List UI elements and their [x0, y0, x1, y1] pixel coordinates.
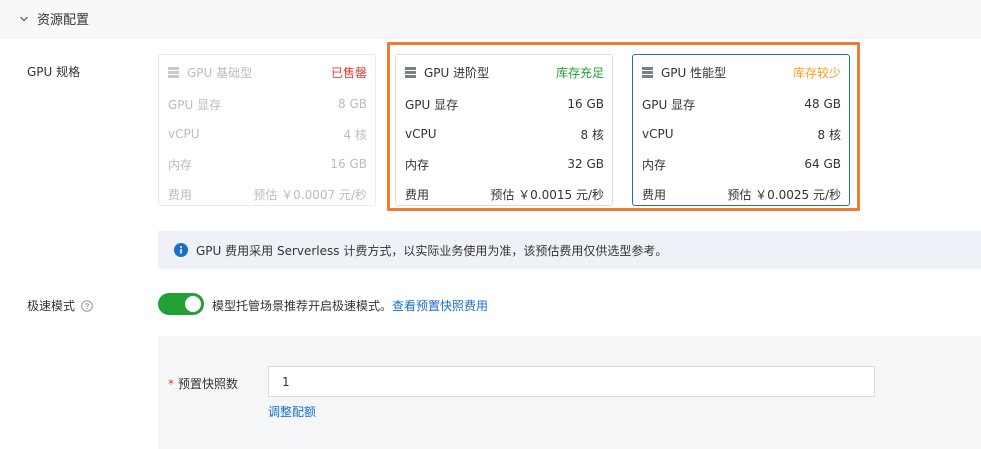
speed-mode-hint: 模型托管场景推荐开启极速模式。: [212, 299, 393, 313]
spec-row: GPU 显存 8 GB: [159, 89, 375, 119]
spec-row: 内存 16 GB: [159, 149, 375, 179]
snapshot-count-input[interactable]: 1: [268, 366, 875, 397]
spec-value: 48 GB: [804, 97, 841, 111]
spec-row: 内存 32 GB: [396, 149, 612, 179]
spec-row: GPU 显存 16 GB: [396, 89, 612, 119]
speed-mode-description: 模型托管场景推荐开启极速模式。查看预置快照费用: [212, 297, 488, 314]
spec-key: vCPU: [405, 127, 437, 141]
spec-value: 预估 ￥0.0025 元/秒: [727, 187, 841, 202]
gpu-card-performance[interactable]: GPU 性能型 库存较少 GPU 显存 48 GB vCPU 8 核 内存 64 GB…: [632, 54, 850, 206]
card-title: GPU 进阶型: [424, 65, 490, 80]
spec-row: GPU 显存 48 GB: [633, 89, 849, 119]
spec-value: 8 GB: [338, 97, 367, 111]
spec-key: 内存: [405, 157, 430, 172]
spec-key: GPU 显存: [168, 97, 222, 112]
chevron-down-icon[interactable]: [19, 14, 29, 24]
spec-row: vCPU 8 核: [396, 119, 612, 149]
spec-row: 内存 64 GB: [633, 149, 849, 179]
spec-row: 费用 预估 ￥0.0007 元/秒: [159, 179, 375, 209]
spec-key: GPU 显存: [642, 97, 696, 112]
server-icon: [168, 66, 179, 78]
gpu-spec-label: GPU 规格: [27, 65, 81, 79]
spec-value: 16 GB: [567, 97, 604, 111]
spec-value: 4 核: [343, 127, 367, 142]
speed-mode-label: 极速模式: [27, 297, 93, 314]
spec-value: 32 GB: [567, 157, 604, 171]
card-title: GPU 基础型: [187, 65, 253, 80]
spec-key: 内存: [642, 157, 667, 172]
spec-value: 8 核: [580, 127, 604, 142]
spec-key: 费用: [405, 187, 430, 202]
spec-row: vCPU 4 核: [159, 119, 375, 149]
server-icon: [642, 66, 653, 78]
stock-badge: 库存较少: [792, 65, 841, 80]
spec-value: 16 GB: [330, 157, 367, 171]
spec-row: 费用 预估 ￥0.0025 元/秒: [633, 179, 849, 209]
toggle-knob: [185, 296, 201, 312]
stock-badge: 库存充足: [555, 65, 604, 80]
help-icon[interactable]: [81, 299, 93, 312]
section-title: 资源配置: [37, 13, 90, 28]
spec-value: 预估 ￥0.0015 元/秒: [490, 187, 604, 202]
spec-row: 费用 预估 ￥0.0015 元/秒: [396, 179, 612, 209]
stock-badge: 已售罄: [330, 65, 367, 80]
server-icon: [405, 66, 416, 78]
info-text: GPU 费用采用 Serverless 计费方式，以实际业务使用为准，该预估费用…: [196, 243, 668, 258]
spec-value: 预估 ￥0.0007 元/秒: [253, 187, 367, 202]
view-snapshot-fee-link[interactable]: 查看预置快照费用: [392, 299, 488, 313]
speed-mode-label-text: 极速模式: [27, 299, 76, 313]
adjust-quota-link[interactable]: 调整配额: [268, 403, 316, 420]
gpu-card-advanced[interactable]: GPU 进阶型 库存充足 GPU 显存 16 GB vCPU 8 核 内存 32 GB…: [395, 54, 613, 206]
snapshot-count-label: * 预置快照数: [168, 375, 238, 392]
spec-key: 内存: [168, 157, 193, 172]
card-title: GPU 性能型: [661, 65, 727, 80]
info-icon: [174, 243, 188, 257]
spec-row: vCPU 8 核: [633, 119, 849, 149]
spec-key: 费用: [642, 187, 667, 202]
snapshot-count-value: 1: [282, 374, 290, 389]
spec-key: GPU 显存: [405, 97, 459, 112]
gpu-card-basic[interactable]: GPU 基础型 已售罄 GPU 显存 8 GB vCPU 4 核 内存 16 GB 费…: [158, 54, 376, 206]
info-banner: GPU 费用采用 Serverless 计费方式，以实际业务使用为准，该预估费用…: [158, 231, 981, 269]
spec-key: 费用: [168, 187, 193, 202]
section-header-resource-config[interactable]: 资源配置: [0, 0, 981, 38]
snapshot-count-label-text: 预置快照数: [178, 377, 239, 391]
spec-key: vCPU: [642, 127, 674, 141]
speed-mode-toggle[interactable]: [158, 293, 204, 315]
spec-value: 8 核: [817, 127, 841, 142]
spec-key: vCPU: [168, 127, 200, 141]
required-mark: *: [168, 377, 174, 391]
spec-value: 64 GB: [804, 157, 841, 171]
